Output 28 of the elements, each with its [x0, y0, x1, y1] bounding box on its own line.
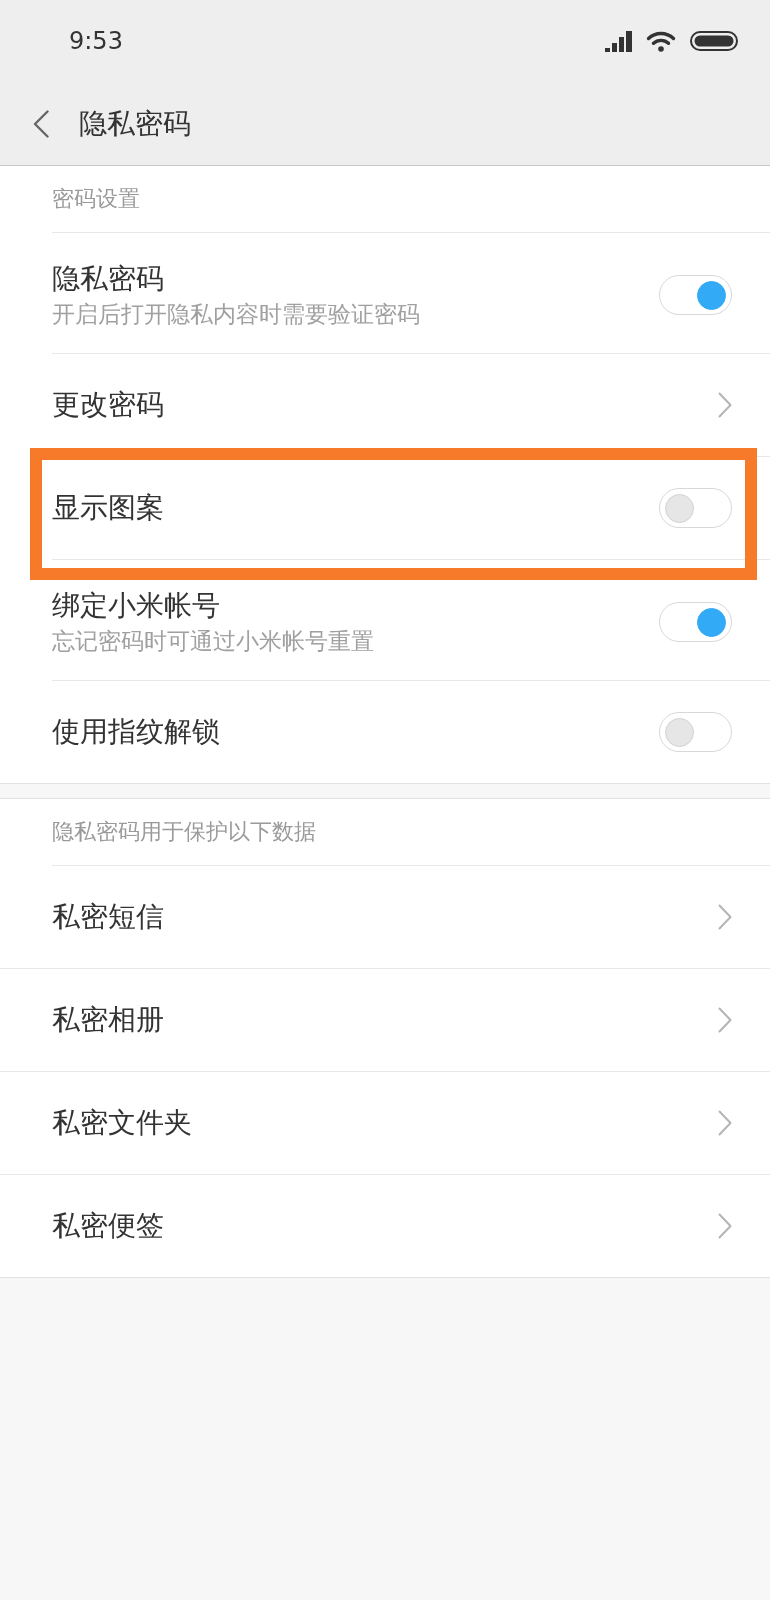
chevron-icon — [718, 904, 732, 930]
setting-description: 忘记密码时可通过小米帐号重置 — [52, 626, 374, 656]
setting-title: 更改密码 — [52, 388, 164, 422]
back-icon[interactable] — [33, 109, 49, 138]
page-title: 隐私密码 — [79, 106, 191, 141]
chevron-icon — [718, 1007, 732, 1033]
section-title: 密码设置 — [52, 185, 140, 213]
setting-title: 显示图案 — [52, 491, 164, 525]
wifi-icon — [646, 30, 676, 52]
toggle-switch[interactable] — [659, 712, 732, 752]
setting-title: 私密文件夹 — [52, 1106, 192, 1140]
setting-description: 开启后打开隐私内容时需要验证密码 — [52, 299, 420, 329]
setting-title: 绑定小米帐号 — [52, 588, 221, 623]
setting-title: 私密短信 — [52, 900, 164, 934]
setting-title: 私密便签 — [52, 1209, 164, 1243]
battery-icon — [690, 31, 738, 51]
toggle-switch[interactable] — [659, 602, 732, 642]
toggle-switch[interactable] — [659, 275, 732, 315]
setting-title: 私密相册 — [52, 1003, 164, 1037]
toggle-switch[interactable] — [659, 488, 732, 528]
setting-title: 隐私密码 — [52, 261, 165, 296]
chevron-icon — [718, 1213, 732, 1239]
signal-icon — [605, 30, 632, 52]
status-time: 9:53 — [69, 27, 123, 55]
section-title: 隐私密码用于保护以下数据 — [52, 818, 316, 846]
chevron-icon — [718, 1110, 732, 1136]
chevron-icon — [718, 392, 732, 418]
setting-title: 使用指纹解锁 — [52, 715, 220, 749]
